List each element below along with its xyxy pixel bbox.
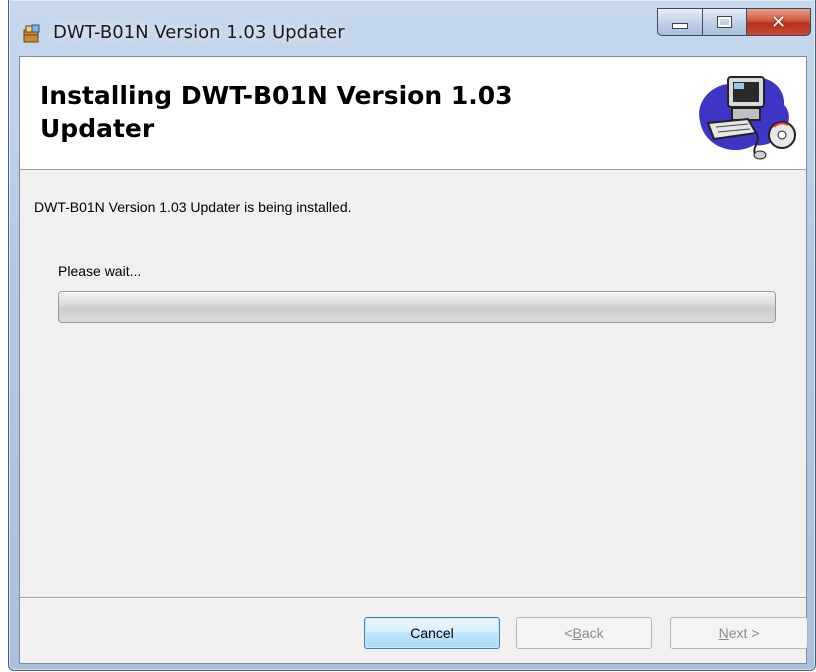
window-title: DWT-B01N Version 1.03 Updater [53,22,345,43]
close-button[interactable]: ✕ [747,8,811,36]
back-button-accel: B [572,625,582,641]
close-icon: ✕ [770,11,787,33]
next-button[interactable]: Next > [670,617,808,649]
page-title: Installing DWT-B01N Version 1.03 Updater [40,81,513,143]
install-status-text: DWT-B01N Version 1.03 Updater is being i… [34,199,352,215]
please-wait-label: Please wait... [58,263,142,279]
install-progress-bar [58,291,776,323]
back-button-rest: ack [581,625,604,641]
cancel-button-label: Cancel [410,625,454,641]
footer-divider [20,597,806,599]
header-band: Installing DWT-B01N Version 1.03 Updater [20,57,806,170]
next-button-accel: N [718,625,729,641]
cancel-button[interactable]: Cancel [364,617,500,649]
minimize-icon [672,23,688,29]
back-button[interactable]: < Back [516,617,652,649]
title-bar[interactable]: DWT-B01N Version 1.03 Updater ✕ [9,0,815,56]
window-controls: ✕ [657,8,811,44]
maximize-button[interactable] [703,8,747,36]
minimize-button[interactable] [657,8,703,36]
installer-window: DWT-B01N Version 1.03 Updater ✕ Installi… [8,0,816,671]
maximize-icon [717,16,732,28]
computer-cd-icon [690,61,800,163]
next-button-rest: ext > [728,625,760,641]
dialog-client-area: Installing DWT-B01N Version 1.03 Updater [19,56,808,664]
back-button-prefix: < [564,625,573,641]
installer-icon [21,22,43,44]
